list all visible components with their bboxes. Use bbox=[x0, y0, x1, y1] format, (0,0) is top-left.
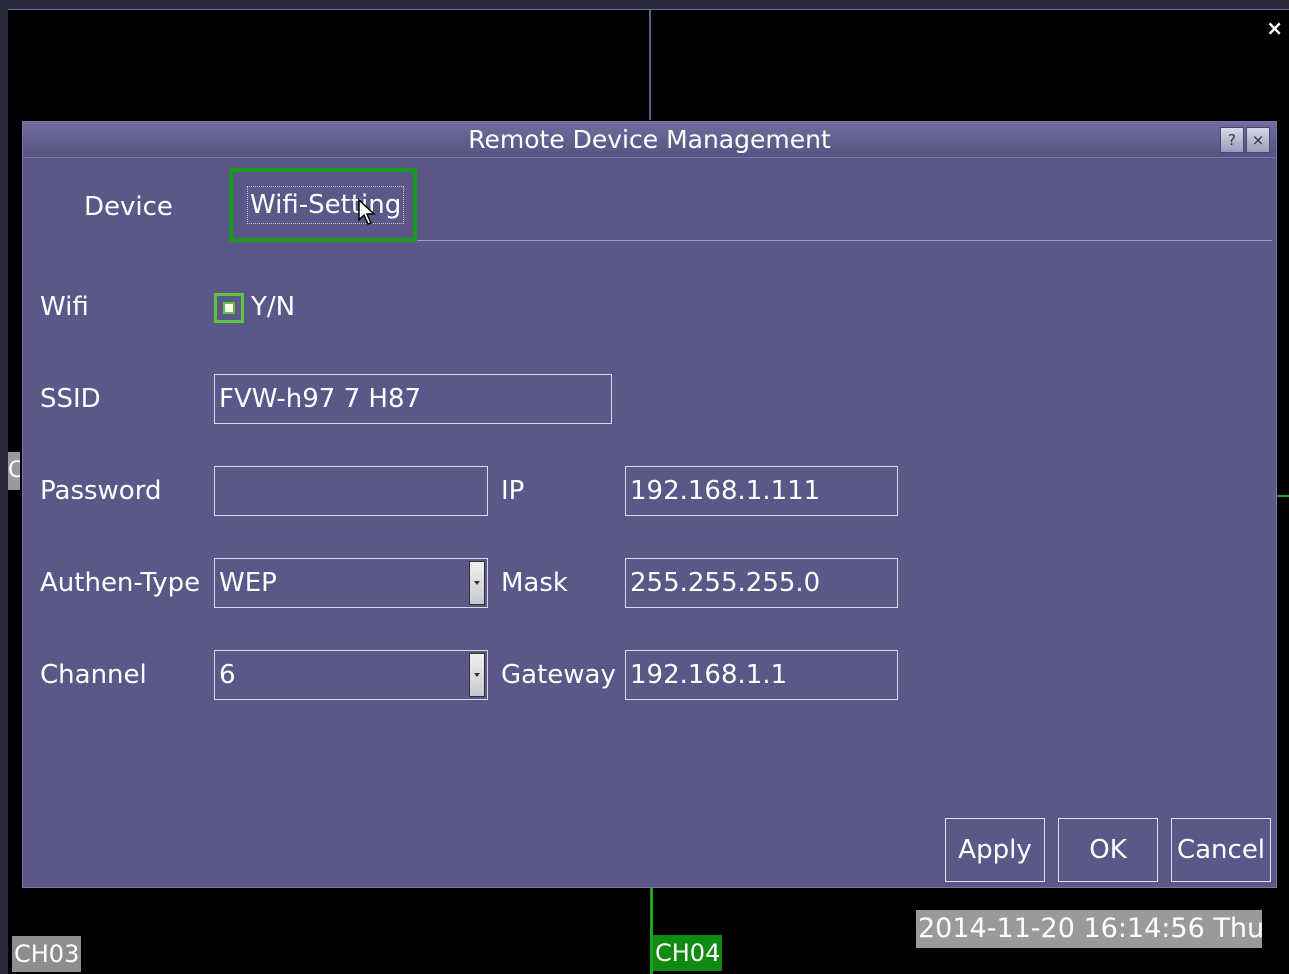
tab-divider bbox=[417, 240, 1272, 241]
screen-left-bar bbox=[0, 0, 8, 974]
mouse-cursor-icon bbox=[358, 198, 376, 225]
ssid-input[interactable]: FVW-h97 7 H87 bbox=[214, 374, 612, 424]
screen-close-icon[interactable]: × bbox=[1266, 18, 1283, 38]
apply-button[interactable]: Apply bbox=[945, 818, 1045, 882]
dialog-title-bar[interactable]: Remote Device Management ? × bbox=[23, 122, 1276, 158]
grid-divider-active-h bbox=[1276, 495, 1289, 497]
tab-wifi-setting[interactable]: Wifi-Setting bbox=[229, 168, 417, 242]
channel-value: 6 bbox=[219, 660, 236, 690]
channel-label-ch04: CH04 bbox=[653, 935, 723, 971]
screen-top-bar bbox=[0, 0, 1289, 10]
mask-input[interactable]: 255.255.255.0 bbox=[625, 558, 898, 608]
title-buttons: ? × bbox=[1220, 127, 1270, 153]
ok-button[interactable]: OK bbox=[1058, 818, 1158, 882]
dialog-title: Remote Device Management bbox=[468, 125, 831, 154]
chevron-down-icon[interactable] bbox=[469, 653, 485, 697]
channel-select[interactable]: 6 bbox=[214, 650, 488, 700]
authen-type-select[interactable]: WEP bbox=[214, 558, 488, 608]
ssid-label: SSID bbox=[40, 384, 101, 414]
wifi-checkbox-label: Y/N bbox=[251, 292, 296, 322]
password-label: Password bbox=[40, 476, 162, 506]
help-icon[interactable]: ? bbox=[1220, 127, 1244, 153]
ip-label: IP bbox=[501, 476, 525, 506]
close-icon[interactable]: × bbox=[1246, 127, 1270, 153]
channel-label-partial: C bbox=[8, 452, 20, 490]
authen-type-label: Authen-Type bbox=[40, 568, 201, 598]
channel-label-ch03: CH03 bbox=[12, 936, 82, 972]
gateway-input[interactable]: 192.168.1.1 bbox=[625, 650, 898, 700]
mask-label: Mask bbox=[501, 568, 568, 598]
cancel-button[interactable]: Cancel bbox=[1171, 818, 1271, 882]
wifi-enable-checkbox[interactable] bbox=[214, 293, 244, 323]
tab-wifi-setting-label: Wifi-Setting bbox=[247, 186, 405, 224]
password-input[interactable] bbox=[214, 466, 488, 516]
wifi-label: Wifi bbox=[40, 292, 89, 322]
remote-device-management-dialog: Remote Device Management ? × Device Wifi… bbox=[22, 121, 1277, 888]
gateway-label: Gateway bbox=[501, 660, 616, 690]
datetime-display: 2014-11-20 16:14:56 Thu bbox=[916, 910, 1264, 948]
tab-device[interactable]: Device bbox=[84, 187, 173, 227]
channel-label: Channel bbox=[40, 660, 147, 690]
ip-input[interactable]: 192.168.1.111 bbox=[625, 466, 898, 516]
grid-divider bbox=[649, 10, 651, 120]
chevron-down-icon[interactable] bbox=[469, 561, 485, 605]
checkbox-check-icon bbox=[223, 302, 235, 314]
authen-type-value: WEP bbox=[219, 568, 277, 598]
